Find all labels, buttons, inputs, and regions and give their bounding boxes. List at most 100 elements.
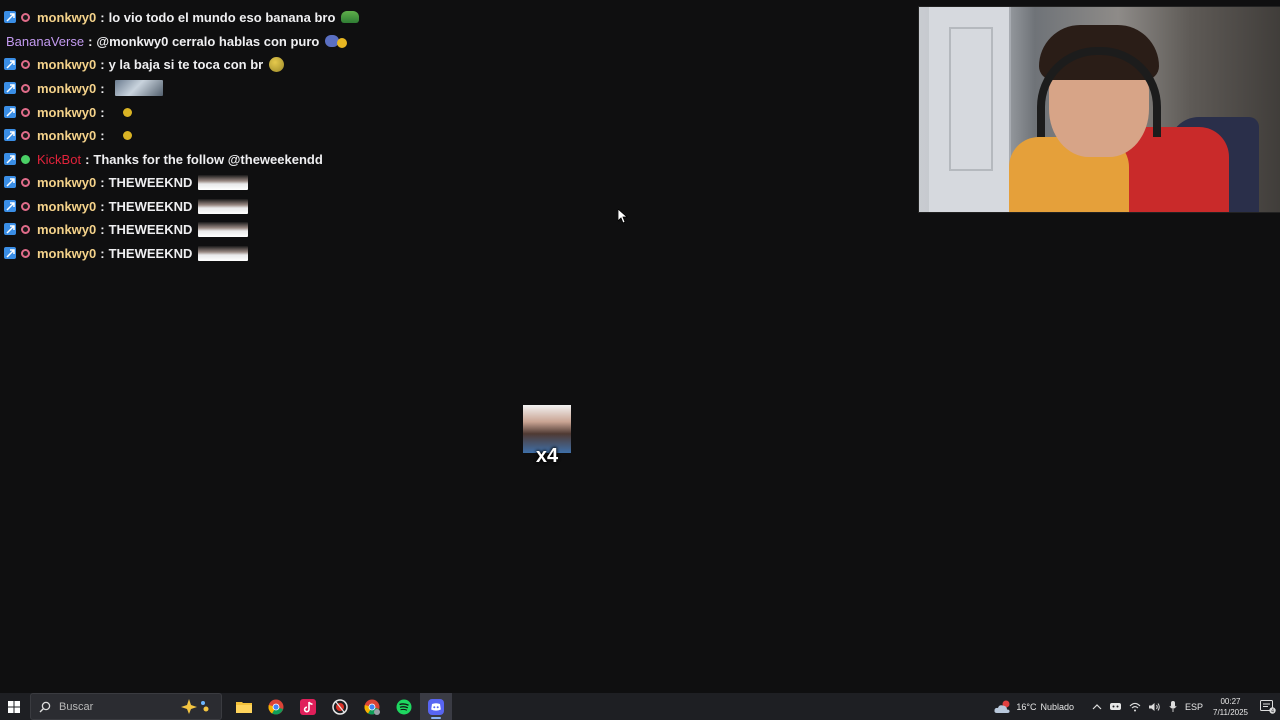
- chat-message: monkwy0 : THEWEEKND: [4, 242, 249, 264]
- chrome-icon: [268, 699, 284, 715]
- subscriber-badge-icon: [21, 177, 30, 187]
- chat-separator: :: [100, 56, 105, 72]
- chat-text: THEWEEKND: [108, 221, 193, 237]
- clock-time: 00:27: [1220, 696, 1241, 706]
- chat-username[interactable]: monkwy0: [37, 81, 96, 96]
- kick-badge-icon: [4, 82, 16, 94]
- chat-separator: :: [100, 174, 105, 190]
- chat-message: monkwy0 : THEWEEKND: [4, 195, 249, 217]
- face-emote-icon: [198, 245, 249, 261]
- weather-condition: Nublado: [1040, 701, 1074, 712]
- chat-text: THEWEEKND: [108, 245, 193, 261]
- sparkle-icon: [181, 699, 209, 714]
- face-emote-icon: [198, 174, 249, 190]
- kick-badge-icon: [4, 153, 16, 165]
- chat-separator: :: [100, 80, 105, 96]
- tray-app-icon: [1109, 703, 1121, 710]
- search-icon: [39, 701, 51, 712]
- chat-message: BananaVerse : @monkwy0 cerralo hablas co…: [6, 30, 349, 52]
- chat-message: monkwy0 : lo vio todo el mundo eso banan…: [4, 6, 360, 28]
- chat-username[interactable]: monkwy0: [37, 105, 96, 120]
- webcam-feed: [918, 6, 1280, 213]
- verified-badge-icon: [21, 154, 30, 164]
- kick-badge-icon: [4, 106, 16, 118]
- weather-widget[interactable]: 16°C Nublado: [994, 700, 1074, 714]
- system-tray: 16°C Nublado ESP 00:27 7/11/2025 4: [994, 693, 1280, 720]
- chat-username[interactable]: monkwy0: [37, 10, 96, 25]
- webcam-door-panel: [949, 27, 993, 171]
- microphone-icon: [1169, 701, 1177, 712]
- chat-username[interactable]: monkwy0: [37, 199, 96, 214]
- weather-temp: 16°C: [1016, 701, 1037, 712]
- combo-emote-icon: [325, 34, 349, 48]
- chat-username[interactable]: monkwy0: [37, 222, 96, 237]
- small-emote-icon: [122, 130, 132, 140]
- taskbar-clock[interactable]: 00:27 7/11/2025: [1213, 696, 1248, 718]
- subscriber-badge-icon: [21, 12, 30, 22]
- file-explorer-icon: [236, 702, 252, 713]
- chat-text: lo vio todo el mundo eso banana bro: [108, 9, 336, 25]
- chrome-variant-icon: [332, 698, 348, 715]
- subscriber-badge-icon: [21, 83, 30, 93]
- chat-separator: :: [100, 245, 105, 261]
- chat-username[interactable]: BananaVerse: [6, 34, 84, 49]
- spotify-button[interactable]: [388, 693, 420, 720]
- mouse-cursor-icon: [617, 208, 629, 229]
- taskbar-search-box[interactable]: Buscar: [30, 693, 222, 720]
- chrome-variant-button[interactable]: [324, 693, 356, 720]
- face-emote-icon: [198, 198, 249, 214]
- chat-username[interactable]: KickBot: [37, 152, 81, 167]
- start-button[interactable]: [0, 693, 28, 720]
- kick-badge-icon: [4, 129, 16, 141]
- combo-multiplier: x4: [535, 445, 559, 467]
- chat-message: monkwy0 : THEWEEKND: [4, 171, 249, 193]
- kick-badge-icon: [4, 247, 16, 259]
- chat-text: Thanks for the follow @theweekendd: [93, 151, 323, 167]
- subscriber-badge-icon: [21, 224, 30, 234]
- chat-text: THEWEEKND: [108, 198, 193, 214]
- chat-text: @monkwy0 cerralo hablas con puro: [96, 33, 320, 49]
- small-emote-icon: [122, 107, 132, 117]
- file-explorer-button[interactable]: [228, 693, 260, 720]
- chrome-profile-icon: [364, 699, 380, 715]
- clock-date: 7/11/2025: [1213, 707, 1248, 717]
- kick-badge-icon: [4, 176, 16, 188]
- chat-separator: :: [100, 127, 105, 143]
- subscriber-badge-icon: [21, 201, 30, 211]
- ball-emote-icon: [269, 56, 285, 72]
- microphone-button[interactable]: [1169, 701, 1177, 712]
- chat-username[interactable]: monkwy0: [37, 246, 96, 261]
- active-indicator: [431, 717, 441, 719]
- chat-text: y la baja si te toca con br: [108, 56, 264, 72]
- notification-center-button[interactable]: 4: [1256, 693, 1280, 720]
- chat-username[interactable]: monkwy0: [37, 175, 96, 190]
- kick-badge-icon: [4, 11, 16, 23]
- notification-icon: 4: [1260, 699, 1276, 714]
- chat-separator: :: [100, 104, 105, 120]
- chat-message: monkwy0 :: [4, 124, 132, 146]
- chat-message: KickBot : Thanks for the follow @theweek…: [4, 148, 323, 170]
- spotify-icon: [396, 699, 412, 714]
- language-indicator[interactable]: ESP: [1185, 702, 1203, 712]
- frog-emote-icon: [341, 11, 360, 23]
- tiktok-button[interactable]: [292, 693, 324, 720]
- show-hidden-icons-button[interactable]: [1092, 703, 1102, 710]
- windows-taskbar: Buscar 16°C Nublado ESP 00:27 7/11/2025 …: [0, 693, 1280, 720]
- speaker-icon: [1148, 702, 1160, 711]
- chat-message: monkwy0 : y la baja si te toca con br: [4, 53, 285, 75]
- discord-button[interactable]: [420, 693, 452, 720]
- chat-message: monkwy0 :: [4, 77, 163, 99]
- chat-username[interactable]: monkwy0: [37, 128, 96, 143]
- tray-app-button[interactable]: [1109, 702, 1121, 711]
- chrome-profile-button[interactable]: [356, 693, 388, 720]
- chrome-button[interactable]: [260, 693, 292, 720]
- volume-button[interactable]: [1148, 702, 1161, 712]
- picture-emote-icon: [114, 80, 163, 96]
- emote-combo-alert: x4: [523, 405, 571, 469]
- discord-icon: [428, 698, 444, 715]
- chat-username[interactable]: monkwy0: [37, 57, 96, 72]
- chat-message: monkwy0 : THEWEEKND: [4, 218, 249, 240]
- network-button[interactable]: [1129, 702, 1141, 712]
- face-emote-icon: [198, 221, 249, 237]
- kick-badge-icon: [4, 223, 16, 235]
